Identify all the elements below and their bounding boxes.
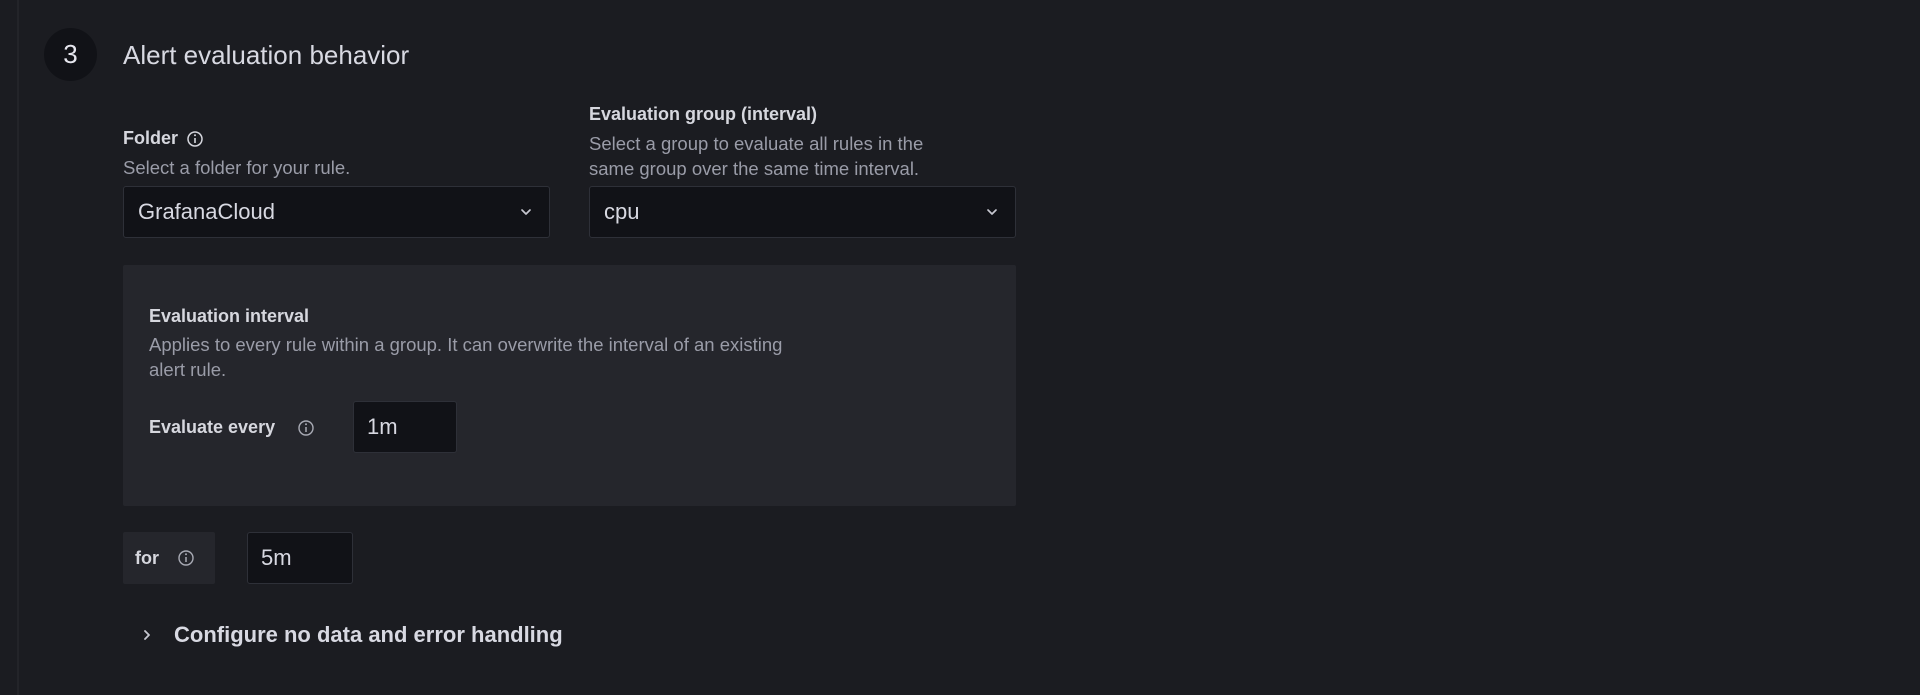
folder-select-value: GrafanaCloud (138, 199, 275, 224)
evaluation-interval-title: Evaluation interval (149, 306, 310, 326)
alert-rule-form-page: 3 Alert evaluation behavior Folder Selec… (0, 0, 1920, 695)
folder-label-text: Folder (123, 128, 179, 148)
folder-select[interactable]: GrafanaCloud (123, 186, 550, 238)
step-number-badge: 3 (44, 28, 97, 81)
evaluation-group-description-line1: Select a group to evaluate all rules in … (589, 133, 924, 154)
evaluation-group-label: Evaluation group (interval) (589, 104, 817, 125)
evaluation-interval-panel: Evaluation interval Applies to every rul… (123, 265, 1016, 506)
configure-no-data-toggle[interactable]: Configure no data and error handling (140, 622, 563, 648)
evaluate-every-input[interactable]: 1m (353, 401, 457, 453)
chevron-right-icon (144, 630, 150, 640)
evaluation-group-label-text: Evaluation group (interval) (589, 104, 818, 124)
section-left-border (17, 0, 19, 695)
chevron-down-icon (521, 209, 531, 215)
evaluate-every-label-text: Evaluate every (149, 417, 276, 437)
folder-label: Folder (123, 128, 204, 149)
evaluation-group-select[interactable]: cpu (589, 186, 1016, 238)
info-circle-icon[interactable] (297, 419, 315, 437)
evaluate-every-label: Evaluate every (149, 417, 315, 438)
configure-no-data-label: Configure no data and error handling (174, 622, 563, 647)
folder-description: Select a folder for your rule. (123, 157, 351, 178)
info-circle-icon[interactable] (177, 549, 195, 567)
evaluation-group-select-value: cpu (604, 199, 640, 224)
pending-period-value: 5m (261, 545, 292, 570)
evaluation-interval-description: Applies to every rule within a group. It… (149, 332, 782, 382)
pending-period-label-text: for (135, 547, 159, 568)
pending-period-label: for (123, 532, 215, 584)
evaluation-interval-description-line1: Applies to every rule within a group. It… (149, 334, 783, 355)
section-title: Alert evaluation behavior (123, 40, 410, 70)
info-circle-icon[interactable] (186, 130, 204, 148)
evaluation-group-description-line2: same group over the same time interval. (589, 158, 920, 179)
evaluation-group-description: Select a group to evaluate all rules in … (589, 131, 923, 181)
pending-period-input[interactable]: 5m (247, 532, 353, 584)
evaluation-interval-description-line2: alert rule. (149, 359, 227, 380)
evaluate-every-value: 1m (367, 414, 398, 439)
chevron-down-icon (987, 209, 997, 215)
